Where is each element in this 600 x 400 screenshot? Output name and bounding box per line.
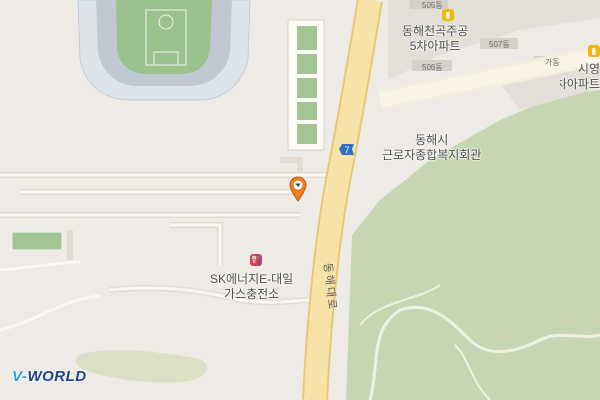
logo-name: WORLD	[27, 368, 87, 385]
location-pin-icon[interactable]	[288, 176, 308, 202]
building-ga-label: 가동	[545, 58, 560, 67]
gas-station-label[interactable]: SK에너지E-대일 가스충전소	[210, 272, 293, 302]
building-506-label: 506동	[422, 63, 443, 72]
apartment-b-label[interactable]: 시영 3차아파트	[560, 62, 600, 92]
building-505-label: 505동	[422, 1, 443, 10]
building-507-label: 507동	[489, 40, 510, 49]
map-canvas[interactable]: 7 동해대로 505동 506동 507동 가동 ▮ 동해천곡주공 5차아파트 …	[0, 0, 600, 400]
route-shield-icon: 7	[339, 144, 354, 155]
stadium	[77, 0, 251, 101]
route-number: 7	[344, 145, 349, 155]
small-field	[11, 231, 63, 251]
hill-patch	[75, 349, 208, 383]
apartment-icon[interactable]: ▮	[442, 9, 454, 21]
gas-station-icon[interactable]: ⛽	[250, 254, 262, 266]
logo-prefix: V-	[12, 368, 28, 385]
welfare-center-label[interactable]: 동해시 근로자종합복지회관	[382, 133, 481, 163]
apartment-icon[interactable]: ▮	[588, 45, 600, 57]
sports-fields	[287, 19, 325, 151]
vworld-logo[interactable]: V-WORLD	[12, 368, 87, 385]
apartment-a-label[interactable]: 동해천곡주공 5차아파트	[402, 24, 468, 54]
